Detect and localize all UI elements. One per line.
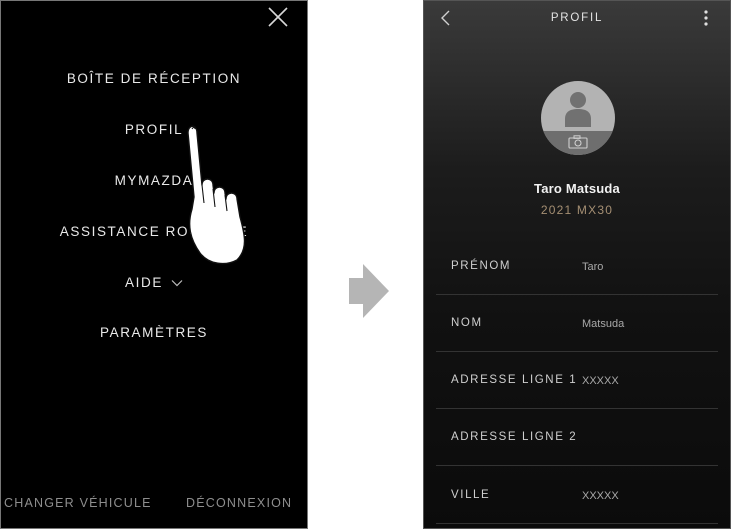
camera-icon[interactable] [568,135,588,149]
more-vertical-icon[interactable] [700,9,712,27]
field-row-address-line-1[interactable]: ADRESSE LIGNE 1 XXXXX [436,352,718,409]
menu-item-help-label: AIDE [125,275,163,290]
field-value: Matsuda [582,318,625,330]
field-label: VILLE [451,489,491,501]
chevron-down-icon [171,279,183,287]
field-label: PRÉNOM [451,260,512,272]
user-name: Taro Matsuda [534,181,620,196]
menu-item-profile[interactable]: PROFIL [1,122,307,138]
logout-link[interactable]: DÉCONNEXION [186,496,292,510]
field-label: ADRESSE LIGNE 2 [451,431,578,443]
menu-item-mymazda[interactable]: MYMAZDA [1,173,307,189]
field-value: XXXXX [582,375,619,387]
menu-item-inbox[interactable]: BOÎTE DE RÉCEPTION [1,71,307,87]
field-value: XXXXX [582,490,619,502]
car-model: 2021 MX30 [540,203,614,217]
field-row-first-name[interactable]: PRÉNOM Taro [436,238,718,295]
menu-item-settings[interactable]: PARAMÈTRES [1,325,307,341]
menu-item-roadside-assistance[interactable]: ASSISTANCE ROUTIÈRE [1,224,307,240]
field-row-address-line-2[interactable]: ADRESSE LIGNE 2 [436,409,718,466]
pointing-hand-icon [182,119,256,265]
field-label: NOM [451,317,483,329]
close-icon[interactable] [267,6,289,28]
arrow-right-icon [349,264,389,318]
change-vehicle-link[interactable]: CHANGER VÉHICULE [4,496,152,510]
menu-item-help[interactable]: AIDE [1,275,307,291]
avatar[interactable] [541,81,615,155]
person-icon [565,91,591,127]
field-row-last-name[interactable]: NOM Matsuda [436,295,718,352]
top-bar: PROFIL [424,1,730,35]
menu-screen: BOÎTE DE RÉCEPTION PROFIL MYMAZDA ASSIST… [0,0,308,529]
profile-screen: PROFIL Taro Matsuda 2021 MX30 PRÉNOM Tar… [423,0,731,529]
field-label: ADRESSE LIGNE 1 [451,374,578,386]
field-value: Taro [582,261,604,273]
page-title: PROFIL [550,12,604,24]
field-row-city[interactable]: VILLE XXXXX [436,467,718,524]
